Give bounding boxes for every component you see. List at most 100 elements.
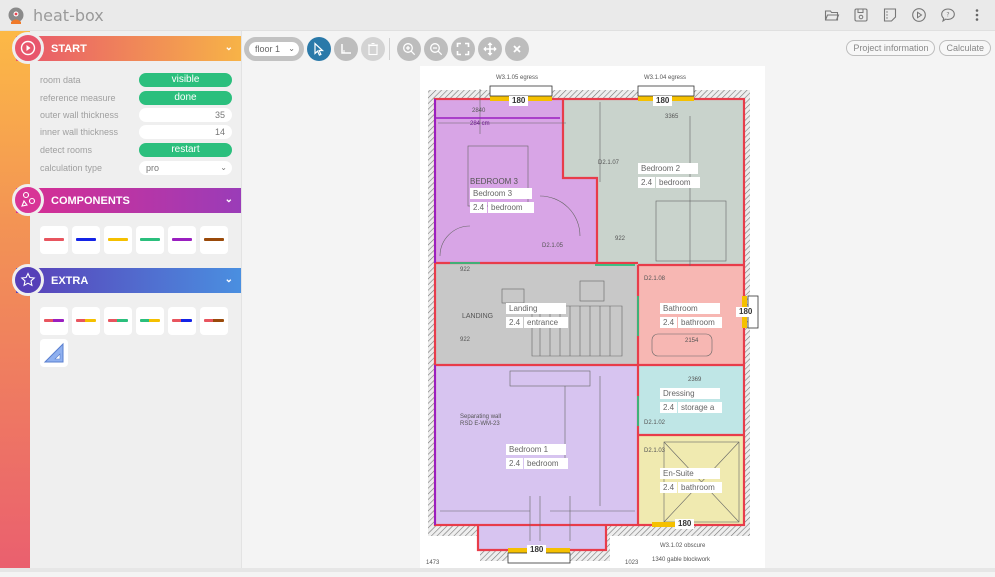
row-outer-wall: outer wall thickness 35 [40, 108, 232, 122]
outer-wall-thickness-input[interactable]: 35 [139, 108, 232, 122]
room-height-label[interactable]: 2.4 [660, 482, 678, 493]
reference-measure-button[interactable]: done [139, 91, 232, 105]
plan-dim: 3365 [665, 114, 679, 120]
project-information-button[interactable]: Project information [846, 40, 936, 56]
component-tile[interactable] [72, 226, 100, 254]
extra-tile[interactable] [168, 307, 196, 335]
room-height-label[interactable]: 2.4 [506, 317, 524, 328]
room-type-label[interactable]: bedroom [524, 458, 568, 469]
component-tile[interactable] [104, 226, 132, 254]
extra-tile[interactable] [136, 307, 164, 335]
pan-button[interactable] [478, 37, 502, 61]
room-type-label[interactable]: storage a [678, 402, 722, 413]
more-vertical-icon[interactable] [969, 7, 985, 23]
extra-tile[interactable] [200, 307, 228, 335]
plan-label-window: W3.1.02 obscure [660, 543, 706, 549]
plan-dim: 284 cm [470, 121, 490, 127]
room-height-label[interactable]: 2.4 [470, 202, 488, 213]
row-calculation-type: calculation type pro ⌄ [40, 161, 232, 175]
room-height-label[interactable]: 2.4 [506, 458, 524, 469]
select-value: pro [146, 163, 160, 173]
window-width-tag[interactable]: 180 [527, 545, 547, 555]
row-reference-measure: reference measure done [40, 91, 232, 105]
room-type-label[interactable]: bedroom [488, 202, 534, 213]
measure-tool-button[interactable] [334, 37, 358, 61]
chevron-down-icon: ⌄ [224, 274, 233, 285]
window-width-tag[interactable]: 180 [675, 519, 695, 529]
notes-icon[interactable] [882, 7, 898, 23]
room-type-label[interactable]: bedroom [656, 177, 700, 188]
extra-tile[interactable] [40, 307, 68, 335]
room-name-label[interactable]: Bedroom 2 [638, 163, 698, 174]
room-height-label[interactable]: 2.4 [660, 317, 678, 328]
close-button[interactable] [505, 37, 529, 61]
detect-rooms-restart-button[interactable]: restart [139, 143, 232, 157]
room-data-toggle[interactable]: visible [139, 73, 232, 87]
select-pointer-icon [314, 42, 325, 56]
calculate-button[interactable]: Calculate [939, 40, 991, 56]
component-line-icon [76, 238, 96, 241]
room-type-label[interactable]: bathroom [678, 317, 722, 328]
toolbar-divider [389, 38, 390, 60]
delete-button[interactable] [361, 37, 385, 61]
measure-angle-icon [341, 44, 351, 54]
floor-plan-canvas[interactable]: W3.1.05 egress W3.1.04 egress W3.1.02 ob… [420, 66, 765, 572]
fit-screen-icon [456, 42, 470, 56]
window-width-tag[interactable]: 180 [736, 307, 756, 317]
room-height-label[interactable]: 2.4 [660, 402, 678, 413]
room-name-label[interactable]: Bedroom 3 [470, 188, 532, 199]
close-icon [513, 45, 521, 53]
window-width-tag[interactable]: 180 [509, 96, 529, 106]
row-label: inner wall thickness [40, 127, 119, 137]
room-name-label[interactable]: Bedroom 1 [506, 444, 566, 455]
folder-open-icon[interactable] [824, 7, 840, 23]
fit-screen-button[interactable] [451, 37, 475, 61]
zoom-in-button[interactable] [397, 37, 421, 61]
chevron-down-icon: ⌄ [224, 194, 233, 205]
room-type-label[interactable]: entrance [524, 317, 568, 328]
section-header-extra[interactable]: EXTRA ⌄ [12, 264, 241, 296]
room-name-label[interactable]: Landing [506, 303, 566, 314]
component-tile[interactable] [136, 226, 164, 254]
room-name-label[interactable]: Bathroom [660, 303, 720, 314]
section-header-components[interactable]: COMPONENTS ⌄ [12, 184, 241, 216]
calculation-type-select[interactable]: pro ⌄ [139, 161, 232, 175]
chevron-down-icon: ⌄ [220, 163, 227, 172]
section-label: EXTRA [51, 275, 89, 287]
extra-tile[interactable] [104, 307, 132, 335]
component-tile[interactable] [200, 226, 228, 254]
component-tile[interactable] [168, 226, 196, 254]
help-chat-icon[interactable]: ? [940, 7, 956, 23]
play-icon[interactable] [911, 7, 927, 23]
star-outline-icon [12, 264, 44, 296]
set-square-tool[interactable] [40, 339, 68, 367]
plan-dim: 922 [615, 236, 626, 242]
zoom-out-icon [430, 43, 443, 56]
floor-select[interactable]: floor 1 ⌄ [249, 42, 299, 56]
plan-note: RSD E-WM-23 [460, 421, 500, 427]
extra-line-icon [44, 319, 64, 322]
extra-tile[interactable] [72, 307, 100, 335]
plan-dim: 2369 [688, 377, 702, 383]
room-name-label[interactable]: En-Suite [660, 468, 720, 479]
bottom-scrollbar[interactable] [0, 568, 995, 572]
row-label: outer wall thickness [40, 110, 119, 120]
section-header-start[interactable]: START ⌄ [12, 32, 241, 64]
room-name-label[interactable]: Dressing [660, 388, 720, 399]
heat-box-logo [8, 7, 24, 24]
component-tile[interactable] [40, 226, 68, 254]
extra-line-icon [172, 319, 192, 322]
plan-dim: 2840 [472, 108, 486, 114]
select-tool-button[interactable] [307, 37, 331, 61]
room-height-label[interactable]: 2.4 [638, 177, 656, 188]
inner-wall-thickness-input[interactable]: 14 [139, 125, 232, 139]
plan-note: Separating wall [460, 414, 502, 420]
component-line-icon [140, 238, 160, 241]
save-icon[interactable] [853, 7, 869, 23]
window-width-tag[interactable]: 180 [653, 96, 673, 106]
plan-door: D2.1.02 [644, 420, 666, 426]
component-line-icon [172, 238, 192, 241]
zoom-out-button[interactable] [424, 37, 448, 61]
room-type-label[interactable]: bathroom [678, 482, 722, 493]
floor-select-wrapper: floor 1 ⌄ [244, 37, 304, 61]
